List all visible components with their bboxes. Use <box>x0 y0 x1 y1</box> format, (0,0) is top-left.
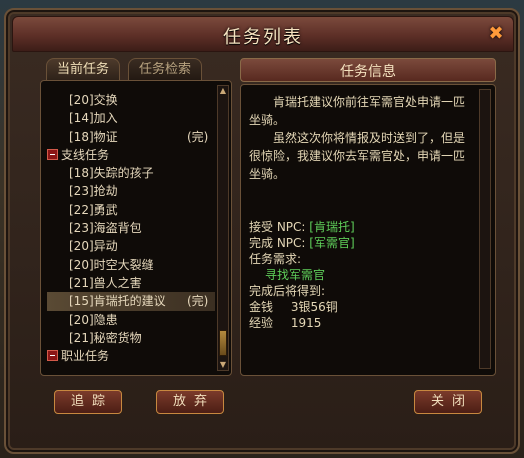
quest-category[interactable]: 职业任务 <box>47 347 215 365</box>
abandon-button[interactable]: 放弃 <box>156 390 224 414</box>
complete-npc-link[interactable]: [军需官] <box>309 236 354 250</box>
quest-name: 职业任务 <box>61 349 110 364</box>
quest-name: [20]异动 <box>69 239 118 254</box>
description-paragraph-2: 虽然这次你将情报及时送到了，但是很惊险，我建议你去军需官处，申请一匹坐骑。 <box>249 131 466 181</box>
quest-name: [14]加入 <box>69 111 118 126</box>
quest-list-scrollbar[interactable]: ▲ ▼ <box>217 85 229 371</box>
complete-npc-label: 完成 NPC: <box>249 236 306 250</box>
quest-item[interactable]: [20]交换 <box>47 91 215 109</box>
quest-item[interactable]: [14]加入 <box>47 109 215 127</box>
quest-name: [20]交换 <box>69 93 118 107</box>
requirement-text[interactable]: 寻找军需官 <box>249 267 479 283</box>
close-icon[interactable]: ✖ <box>487 25 505 43</box>
exp-value: 1915 <box>290 316 322 330</box>
gold-reward-row: 金钱 3银56铜 <box>249 299 479 315</box>
quest-list: [20]交换 [14]加入 [18]物证 (完) 支线任务 [18]失踪的孩子 [23]抢劫… <box>47 91 215 365</box>
quest-item[interactable]: [22]勇武 <box>47 201 215 219</box>
quest-item[interactable]: [18]物证 (完) <box>47 128 215 146</box>
quest-name: [20]隐患 <box>69 312 118 327</box>
quest-category[interactable]: 支线任务 <box>47 146 215 164</box>
quest-name: [15]肯瑞托的建议 <box>69 294 166 309</box>
gold-value: 3银56铜 <box>290 300 338 314</box>
info-scrollbar[interactable] <box>479 89 491 369</box>
quest-status: (完) <box>187 294 209 309</box>
quest-name: [21]兽人之害 <box>69 275 142 290</box>
quest-details: 接受 NPC: [肯瑞托] 完成 NPC: [军需官] 任务需求: 寻找军需官 … <box>249 219 479 331</box>
quest-list-panel: [20]交换 [14]加入 [18]物证 (完) 支线任务 [18]失踪的孩子 [23]抢劫… <box>40 80 232 376</box>
accept-npc-label: 接受 NPC: <box>249 220 306 234</box>
accept-npc-row: 接受 NPC: [肯瑞托] <box>249 219 479 235</box>
quest-name: [23]海盗背包 <box>69 221 142 236</box>
quest-name: [22]勇武 <box>69 202 118 217</box>
collapse-icon[interactable] <box>47 148 58 160</box>
quest-item[interactable]: [21]兽人之害 <box>47 274 215 292</box>
complete-npc-row: 完成 NPC: [军需官] <box>249 235 479 251</box>
tab-current-quests[interactable]: 当前任务 <box>46 58 120 80</box>
exp-label: 经验 <box>249 316 274 330</box>
gold-label: 金钱 <box>249 300 274 314</box>
quest-item[interactable]: [15]肯瑞托的建议 (完) <box>47 292 215 311</box>
quest-item[interactable]: [18]失踪的孩子 <box>47 164 215 182</box>
quest-info-header: 任务信息 <box>240 58 496 82</box>
quest-item[interactable]: [20]隐患 <box>47 311 215 329</box>
quest-status: (完) <box>187 129 209 144</box>
quest-item[interactable]: [20]时空大裂缝 <box>47 256 215 274</box>
exp-reward-row: 经验 1915 <box>249 315 479 331</box>
quest-name: 支线任务 <box>61 147 110 162</box>
window-title: 任务列表 <box>223 27 303 48</box>
accept-npc-link[interactable]: [肯瑞托] <box>309 220 354 234</box>
scroll-up-icon[interactable]: ▲ <box>218 86 228 96</box>
track-button[interactable]: 追踪 <box>54 390 122 414</box>
quest-info-panel: 肯瑞托建议你前往军需官处申请一匹坐骑。 虽然这次你将情报及时送到了，但是很惊险，… <box>240 84 496 376</box>
quest-name: [18]失踪的孩子 <box>69 166 154 181</box>
quest-name: [21]秘密货物 <box>69 330 142 345</box>
quest-name: [20]时空大裂缝 <box>69 257 154 272</box>
tab-quest-search[interactable]: 任务检索 <box>128 58 202 80</box>
quest-name: [18]物证 <box>69 129 118 144</box>
description-paragraph-1: 肯瑞托建议你前往军需官处申请一匹坐骑。 <box>249 95 466 127</box>
collapse-icon[interactable] <box>47 350 58 362</box>
scroll-down-icon[interactable]: ▼ <box>218 360 228 370</box>
close-button[interactable]: 关闭 <box>414 390 482 414</box>
quest-item[interactable]: [21]秘密货物 <box>47 329 215 347</box>
quest-info-title: 任务信息 <box>340 64 396 80</box>
reward-label: 完成后将得到: <box>249 284 326 298</box>
requirement-label: 任务需求: <box>249 252 302 266</box>
quest-description: 肯瑞托建议你前往军需官处申请一匹坐骑。 虽然这次你将情报及时送到了，但是很惊险，… <box>249 93 471 183</box>
quest-item[interactable]: [23]抢劫 <box>47 182 215 200</box>
quest-name: [23]抢劫 <box>69 184 118 199</box>
quest-item[interactable]: [20]异动 <box>47 237 215 255</box>
scroll-thumb[interactable] <box>219 330 227 356</box>
title-bar[interactable]: 任务列表 ✖ <box>12 16 514 52</box>
quest-item[interactable]: [23]海盗背包 <box>47 219 215 237</box>
